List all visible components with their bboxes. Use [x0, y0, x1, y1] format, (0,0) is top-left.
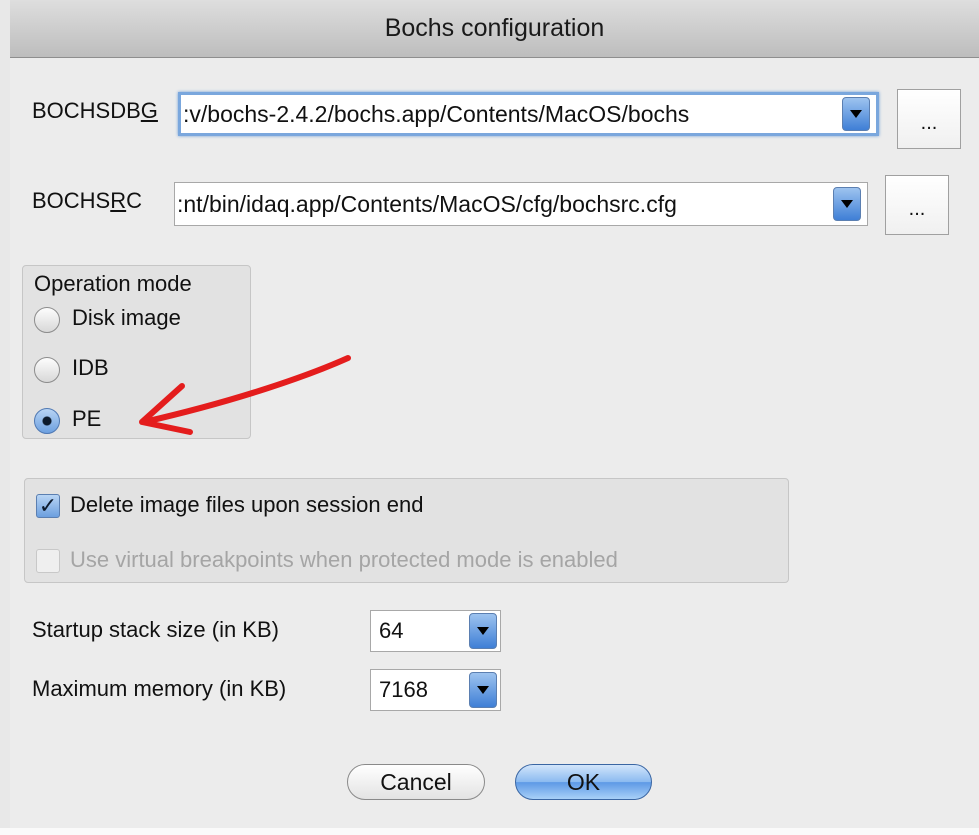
radio-disk-image-label[interactable]: Disk image	[72, 305, 181, 331]
radio-idb[interactable]	[34, 357, 60, 383]
bochsrc-dropdown-button[interactable]	[833, 187, 861, 221]
max-memory-dropdown-button[interactable]	[469, 672, 497, 708]
max-memory-label: Maximum memory (in KB)	[32, 676, 287, 701]
radio-pe[interactable]	[34, 408, 60, 434]
radio-idb-label[interactable]: IDB	[72, 355, 109, 381]
bochsrc-label: BOCHSRC	[32, 188, 143, 213]
ok-button[interactable]: OK	[515, 764, 652, 800]
bochsdbg-path-combo[interactable]: :v/bochs-2.4.2/bochs.app/Contents/MacOS/…	[178, 92, 879, 136]
window-title: Bochs configuration	[384, 14, 605, 42]
window-bottom-edge	[0, 828, 979, 835]
bochsdbg-browse-button[interactable]: ...	[897, 89, 961, 149]
annotation-arrow-icon	[139, 355, 351, 435]
operation-mode-title: Operation mode	[34, 271, 192, 296]
chevron-down-icon	[477, 627, 489, 635]
title-bar: Bochs configuration	[10, 0, 979, 58]
bochsrc-path-value[interactable]: :nt/bin/idaq.app/Contents/MacOS/cfg/boch…	[175, 191, 833, 218]
max-memory-select[interactable]: 7168	[370, 669, 501, 711]
delete-images-label[interactable]: Delete image files upon session end	[70, 492, 423, 518]
virtual-breakpoints-label[interactable]: Use virtual breakpoints when protected m…	[70, 547, 618, 573]
bochsrc-path-combo[interactable]: :nt/bin/idaq.app/Contents/MacOS/cfg/boch…	[174, 182, 868, 226]
stack-size-label: Startup stack size (in KB)	[32, 617, 279, 642]
chevron-down-icon	[477, 686, 489, 694]
bochsrc-browse-button[interactable]: ...	[885, 175, 949, 235]
radio-disk-image[interactable]	[34, 307, 60, 333]
stack-size-select[interactable]: 64	[370, 610, 501, 652]
chevron-down-icon	[841, 200, 853, 208]
chevron-down-icon	[850, 110, 862, 118]
bochsdbg-dropdown-button[interactable]	[842, 97, 870, 131]
virtual-breakpoints-checkbox[interactable]	[36, 549, 60, 573]
bochsdbg-path-value[interactable]: :v/bochs-2.4.2/bochs.app/Contents/MacOS/…	[181, 101, 842, 128]
stack-size-dropdown-button[interactable]	[469, 613, 497, 649]
stack-size-value[interactable]: 64	[371, 618, 469, 644]
radio-pe-label[interactable]: PE	[72, 406, 101, 432]
max-memory-value[interactable]: 7168	[371, 677, 469, 703]
delete-images-checkbox[interactable]: ✓	[36, 494, 60, 518]
cancel-button[interactable]: Cancel	[347, 764, 485, 800]
bochsdbg-label: BOCHSDBG	[32, 98, 158, 123]
